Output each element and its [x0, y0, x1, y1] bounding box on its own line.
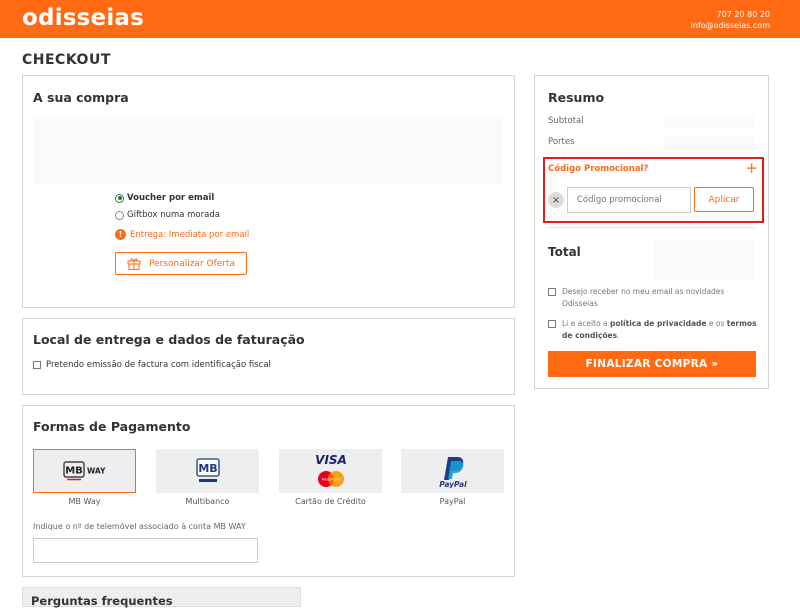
terms-checkbox[interactable] [548, 320, 556, 328]
payment-option-credit-card[interactable]: VISA MasterCard [279, 449, 382, 493]
payment-label-mbway: MB Way [68, 497, 101, 506]
contact-phone[interactable]: 707 20 80 20 [691, 9, 770, 20]
shipping-value [664, 136, 754, 150]
giftbox-option[interactable]: Giftbox numa morada [115, 210, 220, 220]
total-value [654, 239, 754, 281]
newsletter-checkbox[interactable] [548, 288, 556, 296]
delivery-billing-card: Local de entrega e dados de faturação Pr… [22, 318, 515, 395]
info-icon: ! [115, 229, 126, 240]
voucher-email-option[interactable]: Voucher por email [115, 193, 214, 203]
promo-code-input[interactable] [567, 187, 691, 213]
svg-text:MasterCard: MasterCard [321, 478, 340, 482]
clear-icon[interactable]: × [548, 192, 564, 208]
newsletter-option[interactable]: Desejo receber no meu email as novidades… [548, 286, 758, 310]
privacy-policy-link[interactable]: política de privacidade [610, 319, 707, 328]
contact-email[interactable]: info@odisseias.com [691, 20, 770, 31]
mbway-phone-input[interactable] [33, 538, 258, 563]
plus-icon[interactable]: + [745, 159, 758, 177]
payment-option-multibanco[interactable]: MB [156, 449, 259, 493]
apply-promo-button[interactable]: Aplicar [694, 187, 754, 212]
finalize-purchase-button[interactable]: FINALIZAR COMPRA » [548, 351, 756, 377]
visa-mastercard-logo-icon: VISA MasterCard [315, 453, 347, 487]
multibanco-logo-icon: MB [195, 458, 220, 482]
promo-code-section: Código Promocional? + × Aplicar [543, 157, 764, 223]
mbway-logo-icon: MB WAY [62, 461, 106, 481]
voucher-email-label: Voucher por email [127, 193, 215, 203]
giftbox-label: Giftbox numa morada [127, 210, 220, 220]
page-title: CHECKOUT [22, 52, 111, 68]
site-header: odisseias 707 20 80 20 info@odisseias.co… [0, 0, 800, 38]
svg-text:MB: MB [198, 462, 217, 475]
invoice-option[interactable]: Pretendo emissão de factura com identifi… [33, 360, 271, 370]
newsletter-label: Desejo receber no meu email as novidades… [562, 287, 725, 308]
shipping-label: Portes [548, 137, 575, 147]
paypal-logo-icon: PayPal [439, 457, 467, 488]
personalize-offer-button[interactable]: Personalizar Oferta [115, 252, 247, 275]
payment-label-credit-card: Cartão de Crédito [295, 497, 366, 506]
svg-text:VISA: VISA [315, 453, 347, 467]
invoice-label: Pretendo emissão de factura com identifi… [46, 360, 271, 370]
svg-text:MB: MB [65, 466, 83, 477]
payment-option-paypal[interactable]: PayPal [401, 449, 504, 493]
summary-card: Resumo Subtotal Portes Código Promociona… [534, 75, 769, 389]
delivery-note: ! Entrega: Imediata por email [115, 229, 249, 240]
invoice-checkbox[interactable] [33, 361, 41, 369]
svg-text:PayPal: PayPal [439, 480, 467, 488]
summary-divider [548, 227, 755, 228]
payment-methods-card: Formas de Pagamento MB WAY MB VISA Maste… [22, 405, 515, 577]
purchase-card: A sua compra Voucher por email Giftbox n… [22, 75, 515, 308]
payment-label-multibanco: Multibanco [185, 497, 230, 506]
terms-option[interactable]: Li e aceito a política de privacidade e … [548, 318, 758, 342]
terms-label: Li e aceito a política de privacidade e … [562, 319, 757, 340]
total-label: Total [548, 245, 581, 259]
gift-icon [127, 258, 141, 270]
product-image-placeholder [33, 116, 503, 184]
faq-section[interactable]: Perguntas frequentes [22, 587, 301, 608]
payment-label-paypal: PayPal [439, 497, 466, 506]
payment-title: Formas de Pagamento [33, 419, 191, 434]
summary-title: Resumo [548, 90, 605, 105]
payment-option-mbway[interactable]: MB WAY [33, 449, 136, 493]
purchase-title: A sua compra [33, 90, 129, 105]
promo-title[interactable]: Código Promocional? [548, 164, 648, 174]
faq-title: Perguntas frequentes [31, 594, 173, 608]
subtotal-label: Subtotal [548, 116, 584, 126]
contact-info: 707 20 80 20 info@odisseias.com [691, 9, 770, 31]
radio-unchecked[interactable] [115, 210, 124, 220]
radio-checked[interactable] [115, 193, 124, 203]
site-logo[interactable]: odisseias [22, 5, 144, 31]
subtotal-value [664, 115, 754, 129]
delivery-title: Local de entrega e dados de faturação [33, 332, 305, 347]
svg-text:WAY: WAY [87, 467, 106, 476]
delivery-note-text: Entrega: Imediata por email [130, 229, 250, 240]
personalize-label: Personalizar Oferta [148, 258, 236, 269]
mbway-phone-hint: Indique o nº de telemóvel associado à co… [33, 522, 246, 531]
